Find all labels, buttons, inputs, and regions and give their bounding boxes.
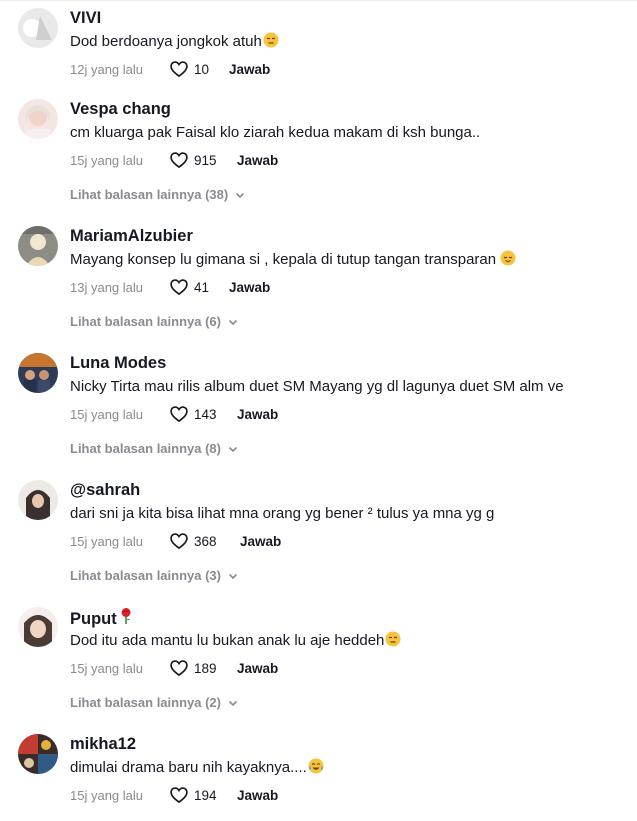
heart-icon <box>170 533 188 550</box>
avatar[interactable] <box>18 99 58 139</box>
comment-meta: 12j yang lalu 10 Jawab <box>70 58 270 80</box>
heart-icon <box>170 61 188 78</box>
reply-button[interactable]: Jawab <box>229 280 270 295</box>
comment-meta: 13j yang lalu 41 Jawab <box>70 276 270 298</box>
avatar[interactable] <box>18 480 58 520</box>
avatar[interactable] <box>18 607 58 647</box>
like-count: 189 <box>194 660 217 676</box>
chevron-down-icon <box>228 319 238 325</box>
like-button[interactable]: 368 <box>169 531 240 551</box>
avatar[interactable] <box>18 353 58 393</box>
timestamp: 15j yang lalu <box>70 660 143 676</box>
comment-meta: 15j yang lalu 194 Jawab <box>70 784 278 806</box>
timestamp: 13j yang lalu <box>70 279 143 295</box>
like-button[interactable]: 194 <box>169 785 237 805</box>
avatar[interactable] <box>18 8 58 48</box>
comment-meta: 15j yang lalu 143 Jawab <box>70 403 278 425</box>
comment-meta: 15j yang lalu 368 Jawab <box>70 530 281 552</box>
like-count: 143 <box>194 406 217 422</box>
username[interactable]: Vespa chang <box>70 99 171 119</box>
chevron-down-icon <box>228 573 238 579</box>
like-count: 915 <box>194 152 217 168</box>
timestamp: 15j yang lalu <box>70 533 143 549</box>
comment-meta: 15j yang lalu 189 Jawab <box>70 657 278 679</box>
timestamp: 15j yang lalu <box>70 787 143 803</box>
reply-button[interactable]: Jawab <box>237 661 278 676</box>
comment-text: Dod berdoanya jongkok atuh <box>70 32 279 52</box>
view-more-replies[interactable]: Lihat balasan lainnya (8) <box>70 441 239 456</box>
heart-icon <box>170 406 188 423</box>
username[interactable]: mikha12 <box>70 734 136 754</box>
top-divider <box>0 0 637 1</box>
avatar[interactable] <box>18 226 58 266</box>
heart-icon <box>170 660 188 677</box>
username[interactable]: VIVI <box>70 8 101 28</box>
username[interactable]: Puput <box>70 607 133 629</box>
unamused-face-icon <box>385 631 401 647</box>
avatar[interactable] <box>18 734 58 774</box>
comment-text: Dod itu ada mantu lu bukan anak lu aje h… <box>70 631 401 651</box>
reply-button[interactable]: Jawab <box>240 534 281 549</box>
comment-text: dari sni ja kita bisa lihat mna orang yg… <box>70 505 495 522</box>
reply-button[interactable]: Jawab <box>237 407 278 422</box>
heart-icon <box>170 152 188 169</box>
reply-button[interactable]: Jawab <box>229 62 270 77</box>
heart-icon <box>170 279 188 296</box>
username[interactable]: @sahrah <box>70 480 140 500</box>
relieved-face-icon <box>500 250 516 266</box>
timestamp: 12j yang lalu <box>70 61 143 77</box>
rose-icon <box>119 607 133 625</box>
like-button[interactable]: 143 <box>169 404 237 424</box>
username[interactable]: Luna Modes <box>70 353 166 373</box>
comment-text: Nicky Tirta mau rilis album duet SM Maya… <box>70 378 564 395</box>
view-more-replies[interactable]: Lihat balasan lainnya (2) <box>70 695 239 710</box>
view-more-replies[interactable]: Lihat balasan lainnya (3) <box>70 568 239 583</box>
like-count: 194 <box>194 787 217 803</box>
chevron-down-icon <box>228 700 238 706</box>
chevron-down-icon <box>236 192 245 198</box>
view-more-replies[interactable]: Lihat balasan lainnya (6) <box>70 314 239 329</box>
tears-of-joy-face-icon <box>308 758 324 774</box>
like-count: 368 <box>194 533 217 549</box>
comment-text: cm kluarga pak Faisal klo ziarah kedua m… <box>70 124 481 141</box>
view-more-replies[interactable]: Lihat balasan lainnya (38) <box>70 187 246 202</box>
comment-text: dimulai drama baru nih kayaknya.... <box>70 758 324 778</box>
reply-button[interactable]: Jawab <box>237 788 278 803</box>
timestamp: 15j yang lalu <box>70 152 143 168</box>
heart-icon <box>170 787 188 804</box>
like-count: 10 <box>194 61 210 77</box>
comment-text: Mayang konsep lu gimana si , kepala di t… <box>70 250 516 270</box>
like-button[interactable]: 41 <box>169 277 229 297</box>
username[interactable]: MariamAlzubier <box>70 226 193 246</box>
timestamp: 15j yang lalu <box>70 406 143 422</box>
reply-button[interactable]: Jawab <box>237 153 278 168</box>
chevron-down-icon <box>228 446 238 452</box>
like-count: 41 <box>194 279 210 295</box>
comment-meta: 15j yang lalu 915 Jawab <box>70 149 278 171</box>
like-button[interactable]: 189 <box>169 658 237 678</box>
like-button[interactable]: 10 <box>169 59 229 79</box>
unamused-face-icon <box>263 32 279 48</box>
like-button[interactable]: 915 <box>169 150 237 170</box>
